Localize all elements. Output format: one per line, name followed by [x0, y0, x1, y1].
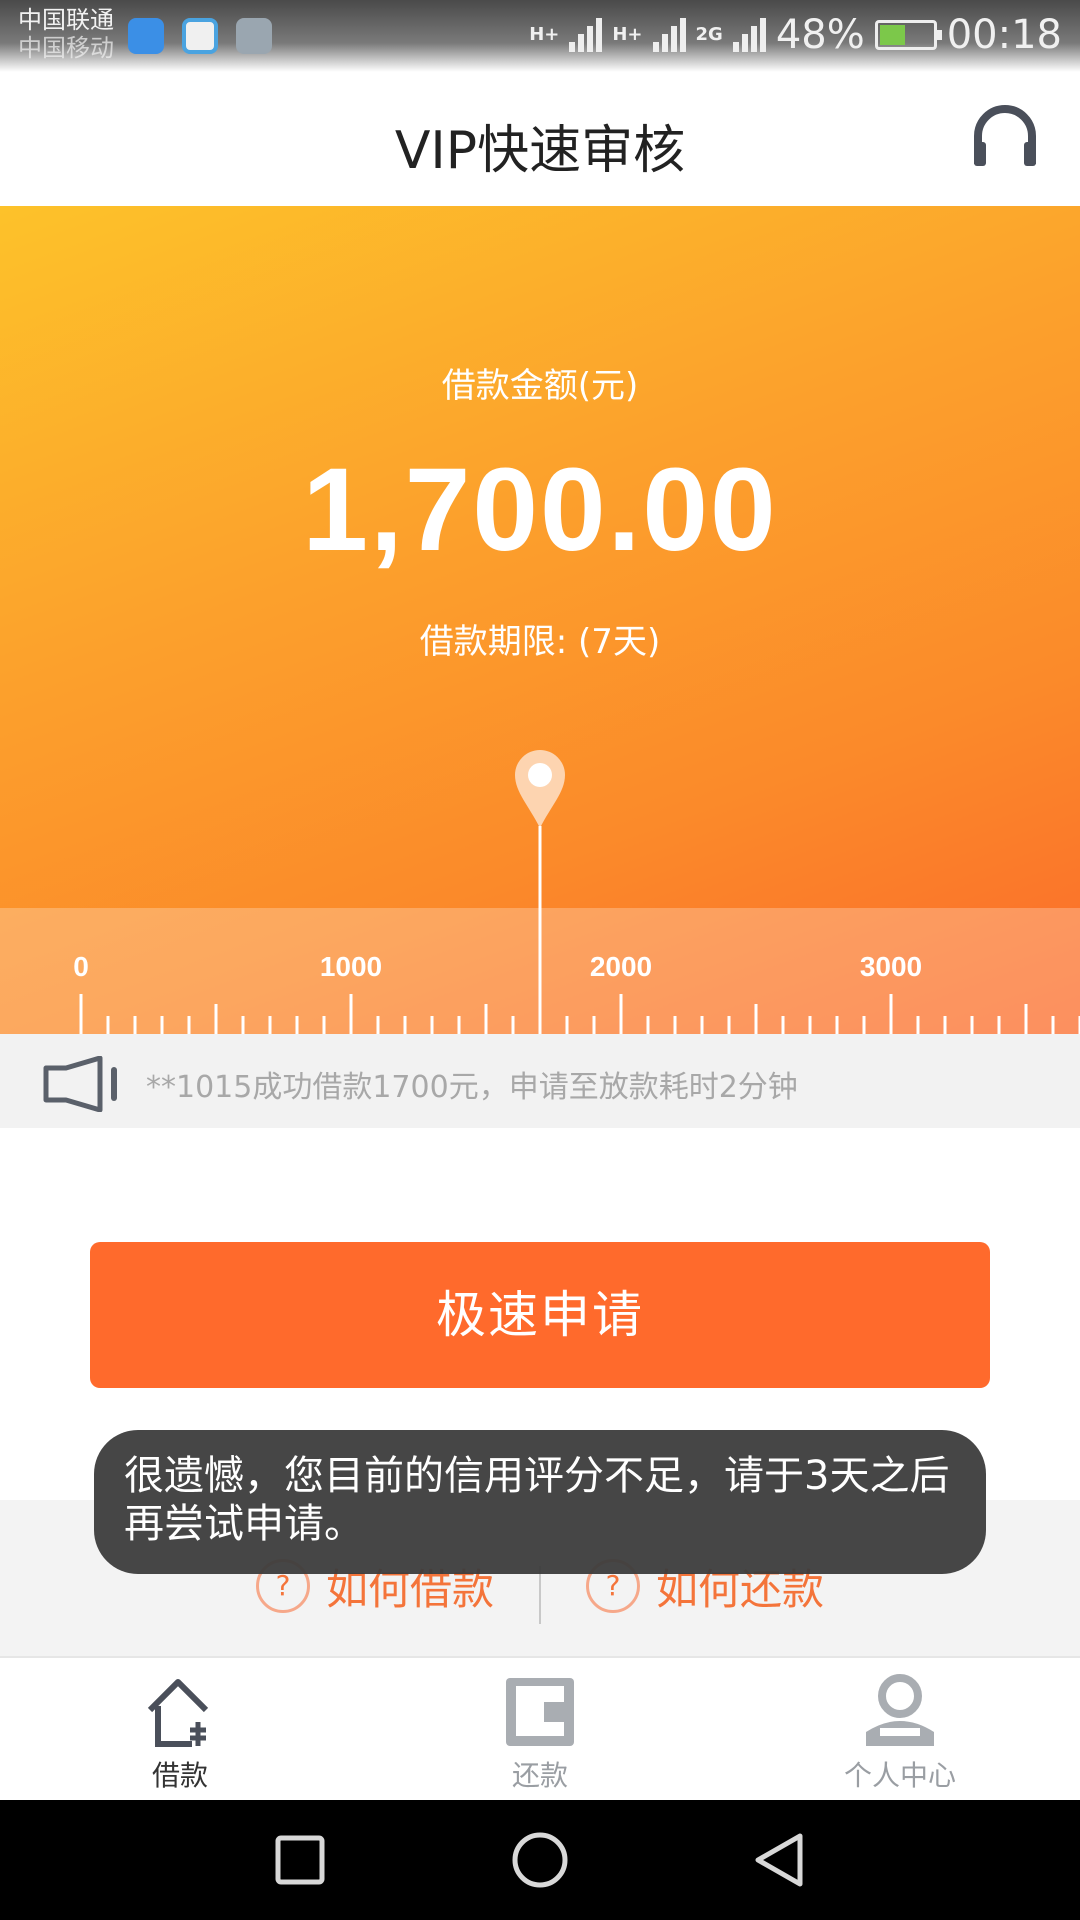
network-type-1: H+	[529, 24, 560, 45]
speaker-icon	[43, 1056, 117, 1112]
carrier-info: 中国联通 中国移动	[18, 6, 114, 62]
tab-borrow[interactable]: 借款	[80, 1664, 280, 1798]
status-bar: 中国联通 中国移动 H+ H+ 2G 48% 00:18	[0, 0, 1080, 72]
recent-apps-icon[interactable]	[270, 1830, 330, 1890]
phone-app-icon	[128, 18, 164, 54]
browser-app-icon	[182, 18, 218, 54]
signal-icon	[732, 18, 766, 52]
page-title: VIP快速审核	[394, 121, 686, 181]
battery-icon	[874, 20, 942, 50]
toast-message: 很遗憾，您目前的信用评分不足，请于3天之后再尝试申请。	[94, 1430, 986, 1574]
tab-profile[interactable]: 个人中心	[800, 1664, 1000, 1798]
ruler-label: 3000	[860, 951, 922, 982]
tab-borrow-label: 借款	[151, 1759, 208, 1792]
network-type-2: H+	[612, 24, 643, 45]
network-type-3: 2G	[695, 24, 723, 45]
app-header: VIP快速审核	[0, 72, 1080, 206]
headset-icon[interactable]	[970, 102, 1040, 172]
news-ticker: **1015成功借款1700元，申请至放款耗时2分钟	[0, 1034, 1080, 1128]
help-divider	[539, 1566, 541, 1624]
tab-repay-label: 还款	[511, 1759, 568, 1792]
tab-profile-label: 个人中心	[843, 1759, 956, 1792]
carrier-1: 中国联通	[18, 6, 114, 34]
carrier-2: 中国移动	[18, 34, 114, 62]
ruler-label: 1000	[320, 951, 382, 982]
apply-button[interactable]: 极速申请	[90, 1242, 990, 1388]
ruler-label: 2000	[590, 951, 652, 982]
signal-icon	[652, 18, 686, 52]
status-indicators: H+ H+ 2G 48% 00:18	[529, 10, 1062, 60]
signal-icon	[569, 18, 603, 52]
amount-label: 借款金额(元)	[441, 366, 639, 406]
ruler-label: 0	[73, 951, 89, 982]
home-icon	[147, 1679, 209, 1747]
battery-percent: 48%	[775, 12, 865, 58]
tab-repay[interactable]: 还款	[440, 1664, 640, 1798]
loan-hero-panel: 借款金额(元) 1,700.00 借款期限: (7天) 0 1000 2000 300…	[0, 206, 1080, 1046]
bottom-tab-bar: 借款 还款 个人中心	[0, 1656, 1080, 1800]
slider-pin-icon[interactable]	[511, 746, 569, 1046]
system-nav-bar	[0, 1800, 1080, 1920]
ticker-text: **1015成功借款1700元，申请至放款耗时2分钟	[146, 1070, 798, 1105]
back-icon[interactable]	[750, 1830, 810, 1890]
person-icon	[866, 1674, 934, 1746]
loan-term: 借款期限: (7天)	[419, 622, 661, 662]
clock: 00:18	[946, 12, 1062, 58]
loan-amount: 1,700.00	[302, 444, 778, 576]
wallet-icon	[506, 1678, 574, 1746]
home-button-icon[interactable]	[510, 1830, 570, 1890]
gallery-app-icon	[236, 18, 272, 54]
